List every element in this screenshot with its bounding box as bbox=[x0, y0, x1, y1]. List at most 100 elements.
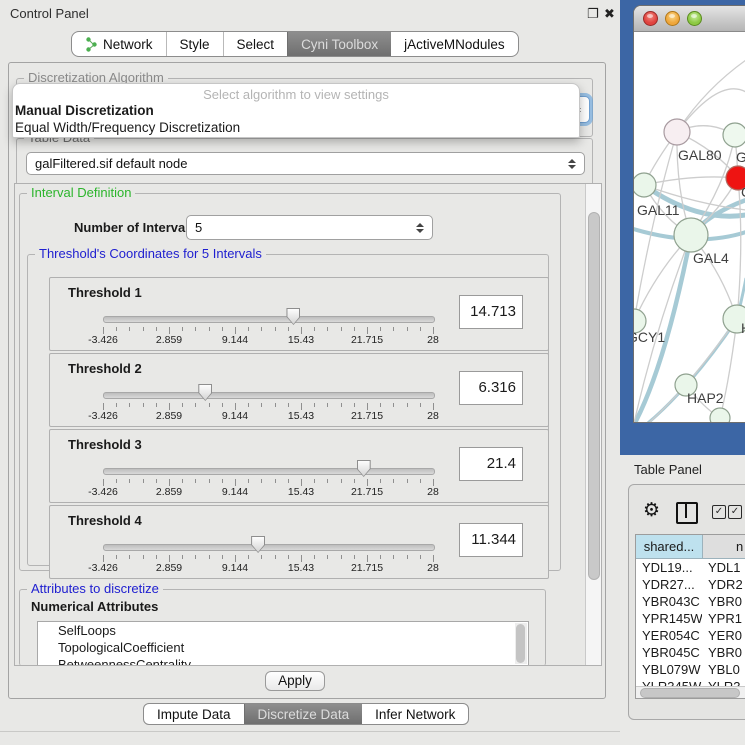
node-table[interactable]: shared... n YDL19...YDL1YDR27...YDR2YBR0… bbox=[635, 534, 745, 699]
tab-select[interactable]: Select bbox=[223, 32, 288, 56]
tab-jactivemnodules[interactable]: jActiveMNodules bbox=[391, 32, 518, 56]
table-row[interactable]: YBR045CYBR0 bbox=[636, 644, 745, 661]
table-row[interactable]: YPR145WYPR1 bbox=[636, 610, 745, 627]
tick-mark bbox=[380, 479, 381, 483]
threshold-slider-track[interactable] bbox=[103, 316, 435, 323]
attribute-list-item[interactable]: TopologicalCoefficient bbox=[38, 639, 528, 656]
split-columns-icon[interactable] bbox=[676, 502, 698, 524]
tick-mark bbox=[341, 403, 342, 407]
network-node[interactable] bbox=[710, 408, 730, 422]
tick-mark bbox=[248, 555, 249, 559]
numerical-attributes-list[interactable]: SelfLoopsTopologicalCoefficientBetweenne… bbox=[37, 621, 529, 666]
threshold-label: Threshold 2 bbox=[68, 361, 142, 376]
tick-mark bbox=[301, 327, 302, 334]
tick-mark bbox=[169, 403, 170, 410]
threshold-value-field[interactable]: 14.713 bbox=[459, 295, 523, 329]
zoom-traffic-light[interactable] bbox=[687, 11, 702, 26]
tick-mark bbox=[222, 327, 223, 331]
tab-discretize-data[interactable]: Discretize Data bbox=[244, 704, 363, 724]
tick-label: 15.43 bbox=[273, 410, 329, 422]
table-row[interactable]: YER054CYER0 bbox=[636, 627, 745, 644]
thresholds-group-title: Threshold's Coordinates for 5 Intervals bbox=[35, 247, 266, 261]
tick-mark bbox=[407, 327, 408, 331]
minimize-traffic-light[interactable] bbox=[665, 11, 680, 26]
attribute-list-item[interactable]: BetweennessCentrality bbox=[38, 656, 528, 666]
tick-mark bbox=[393, 555, 394, 559]
table-row[interactable]: YBL079WYBL0 bbox=[636, 661, 745, 678]
tick-mark bbox=[235, 327, 236, 334]
tick-mark bbox=[248, 479, 249, 483]
network-node[interactable] bbox=[664, 119, 690, 145]
gear-icon[interactable]: ⚙ bbox=[643, 499, 660, 522]
network-edge[interactable] bbox=[677, 60, 745, 132]
scrollbar-thumb[interactable] bbox=[588, 212, 600, 580]
checkbox-icon[interactable]: ✓ bbox=[728, 505, 742, 519]
cell-name: YER0 bbox=[702, 627, 745, 644]
table-row[interactable]: YBR043CYBR0 bbox=[636, 593, 745, 610]
tab-label: Network bbox=[103, 37, 153, 52]
threshold-slider-track[interactable] bbox=[103, 468, 435, 475]
close-icon[interactable]: ✖ bbox=[604, 6, 615, 22]
horizontal-scrollbar[interactable] bbox=[636, 686, 745, 698]
network-edge[interactable] bbox=[644, 177, 738, 185]
network-node[interactable] bbox=[674, 218, 708, 252]
tick-mark bbox=[182, 555, 183, 559]
tick-label: 21.715 bbox=[339, 334, 395, 346]
apply-button[interactable]: Apply bbox=[265, 671, 325, 691]
column-header-name[interactable]: n bbox=[703, 535, 745, 558]
threshold-slider-track[interactable] bbox=[103, 392, 435, 399]
tick-mark bbox=[209, 555, 210, 559]
tick-mark bbox=[261, 479, 262, 483]
tab-infer-network[interactable]: Infer Network bbox=[362, 704, 468, 724]
threshold-value-field[interactable]: 6.316 bbox=[459, 371, 523, 405]
tab-cyni-toolbox[interactable]: Cyni Toolbox bbox=[287, 32, 391, 56]
threshold-value-field[interactable]: 21.4 bbox=[459, 447, 523, 481]
close-traffic-light[interactable] bbox=[643, 11, 658, 26]
tick-label: 9.144 bbox=[207, 334, 263, 346]
table-row[interactable]: YDL19...YDL1 bbox=[636, 559, 745, 576]
tick-mark bbox=[407, 479, 408, 483]
tick-label: 2.859 bbox=[141, 486, 197, 498]
column-header-shared-name[interactable]: shared... bbox=[636, 535, 703, 558]
tick-mark bbox=[275, 479, 276, 483]
cell-shared-name: YBR043C bbox=[636, 593, 702, 610]
network-node[interactable] bbox=[634, 173, 656, 197]
tick-mark bbox=[433, 327, 434, 334]
tick-mark bbox=[103, 327, 104, 334]
tick-mark bbox=[195, 479, 196, 483]
network-window-titlebar bbox=[634, 6, 745, 32]
tick-mark bbox=[222, 555, 223, 559]
list-scrollbar[interactable] bbox=[515, 623, 527, 664]
algorithm-option[interactable]: Equal Width/Frequency Discretization bbox=[13, 119, 579, 136]
tick-mark bbox=[235, 555, 236, 562]
tab-label: Style bbox=[180, 37, 210, 52]
tick-mark bbox=[103, 479, 104, 486]
tab-impute-data[interactable]: Impute Data bbox=[144, 704, 244, 724]
checkbox-icon[interactable]: ✓ bbox=[712, 505, 726, 519]
tick-label: 28 bbox=[405, 334, 461, 346]
table-row[interactable]: YDR27...YDR2 bbox=[636, 576, 745, 593]
tick-mark bbox=[275, 403, 276, 407]
tick-mark bbox=[327, 403, 328, 407]
tick-mark bbox=[169, 555, 170, 562]
float-window-icon[interactable]: ❐ bbox=[587, 6, 599, 22]
tick-mark bbox=[156, 555, 157, 559]
number-of-intervals-combobox[interactable]: 5 bbox=[186, 215, 433, 240]
table-data-combobox[interactable]: galFiltered.sif default node bbox=[26, 152, 585, 175]
cell-shared-name: YER054C bbox=[636, 627, 702, 644]
tick-label: 15.43 bbox=[273, 486, 329, 498]
threshold-value-field[interactable]: 11.344 bbox=[459, 523, 523, 557]
tab-network[interactable]: Network bbox=[72, 32, 166, 56]
network-canvas[interactable]: GAL80GACGAL11GAL4GCY1HHAP2 bbox=[634, 32, 745, 422]
tick-label: 9.144 bbox=[207, 410, 263, 422]
network-node[interactable] bbox=[723, 123, 745, 147]
threshold-slider-track[interactable] bbox=[103, 544, 435, 551]
algorithm-option[interactable]: Manual Discretization bbox=[13, 102, 579, 119]
list-scrollbar-thumb[interactable] bbox=[516, 624, 525, 663]
vertical-scrollbar[interactable] bbox=[585, 184, 601, 665]
horizontal-scrollbar-thumb[interactable] bbox=[640, 688, 740, 698]
tab-style[interactable]: Style bbox=[166, 32, 223, 56]
tick-mark bbox=[341, 327, 342, 331]
attribute-list-item[interactable]: SelfLoops bbox=[38, 622, 528, 639]
tick-label: 28 bbox=[405, 410, 461, 422]
